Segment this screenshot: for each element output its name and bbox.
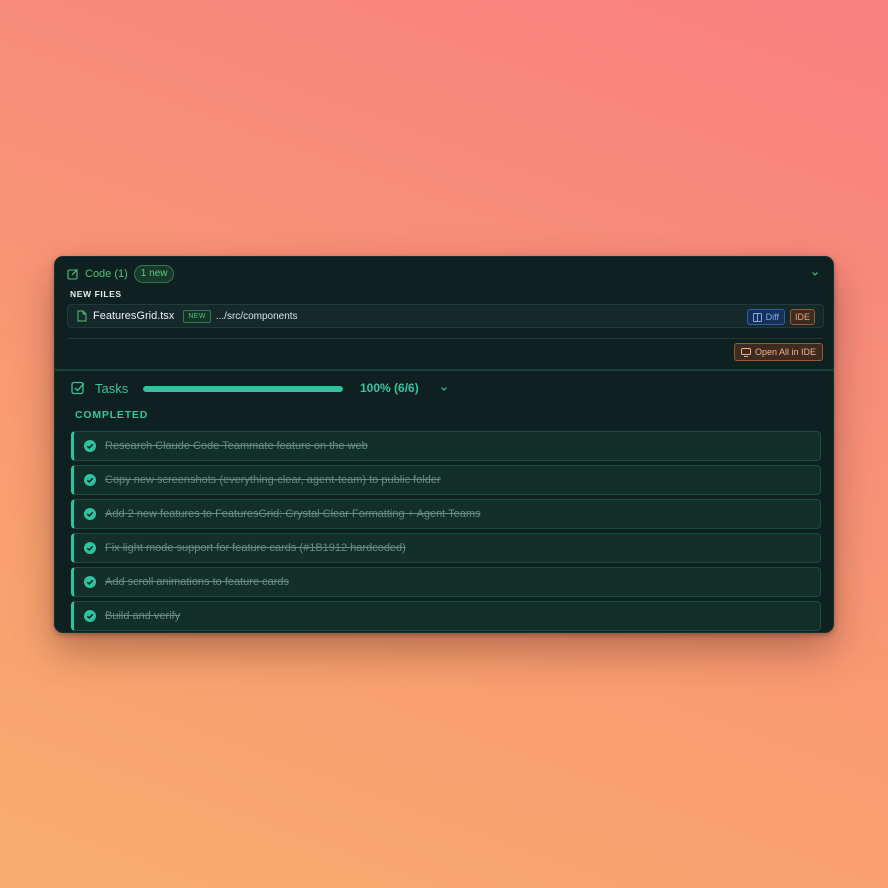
checkbox-icon (71, 381, 85, 395)
tasks-progress-text: 100% (6/6) (360, 381, 419, 395)
tasks-progress-bar (143, 386, 343, 392)
open-all-in-ide-button[interactable]: Open All in IDE (733, 343, 823, 361)
file-icon (77, 310, 87, 322)
task-item[interactable]: Research Claude Code Teammate feature on… (71, 431, 821, 461)
task-label: Add scroll animations to feature cards (105, 576, 290, 588)
tasks-progress-fill (143, 386, 343, 392)
new-count-badge: 1 new (133, 265, 175, 283)
check-circle-icon (84, 440, 96, 452)
chevron-down-icon[interactable] (439, 384, 449, 394)
task-list: Research Claude Code Teammate feature on… (71, 431, 821, 632)
task-item[interactable]: Build and verify (71, 601, 821, 631)
task-label: Add 2 new features to FeaturesGrid: Crys… (105, 508, 481, 520)
divider (67, 338, 823, 339)
section-divider (55, 369, 833, 371)
chevron-down-icon[interactable] (809, 268, 821, 280)
ide-button[interactable]: IDE (789, 309, 815, 325)
check-circle-icon (84, 542, 96, 554)
open-all-label: Open All in IDE (754, 347, 816, 357)
check-circle-icon (84, 474, 96, 486)
check-circle-icon (84, 508, 96, 520)
ide-button-label: IDE (794, 312, 810, 322)
task-label: Build and verify (105, 610, 181, 622)
task-label: Research Claude Code Teammate feature on… (105, 440, 368, 452)
task-item[interactable]: Fix light mode support for feature cards… (71, 533, 821, 563)
task-item[interactable]: Add scroll animations to feature cards (71, 567, 821, 597)
new-file-tag: NEW (183, 309, 211, 323)
new-files-label: NEW FILES (70, 289, 122, 299)
completed-section-label: COMPLETED (75, 409, 149, 421)
tasks-header[interactable]: Tasks 100% (6/6) (71, 381, 471, 397)
columns-icon (752, 312, 762, 322)
edit-square-icon (67, 269, 78, 280)
monitor-icon (740, 347, 751, 357)
task-item[interactable]: Copy new screenshots (everything-clear, … (71, 465, 821, 495)
task-label: Copy new screenshots (everything-clear, … (105, 474, 441, 486)
code-tasks-panel: Code (1) 1 new NEW FILES FeaturesGrid.ts… (54, 256, 834, 633)
task-item[interactable]: Add 2 new features to FeaturesGrid: Crys… (71, 499, 821, 529)
task-label: Fix light mode support for feature cards… (105, 542, 406, 554)
diff-button[interactable]: Diff (746, 309, 785, 325)
tasks-title: Tasks (95, 381, 129, 396)
code-section-title: Code (1) (85, 268, 128, 280)
file-path: .../src/components (215, 310, 298, 322)
code-section-header[interactable]: Code (1) 1 new (67, 264, 823, 284)
file-name: FeaturesGrid.tsx (93, 310, 175, 322)
file-row[interactable]: FeaturesGrid.tsx NEW .../src/components … (67, 304, 824, 328)
check-circle-icon (84, 576, 96, 588)
diff-button-label: Diff (765, 312, 779, 322)
check-circle-icon (84, 610, 96, 622)
